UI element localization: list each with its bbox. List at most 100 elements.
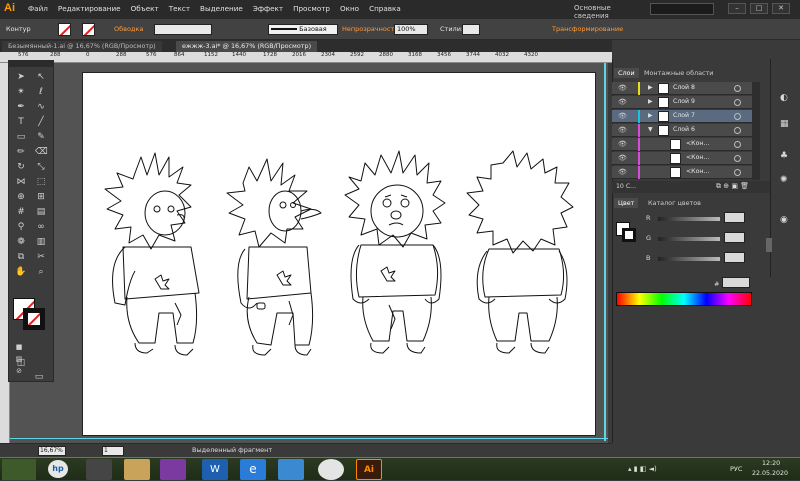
eraser-tool-icon[interactable]: ⌫ <box>35 146 48 158</box>
appearance-icon[interactable]: ◉ <box>780 215 788 225</box>
ie-icon[interactable]: e <box>240 459 266 480</box>
r-value-input[interactable] <box>724 212 745 223</box>
menu-file[interactable]: Файл <box>28 4 48 13</box>
menu-help[interactable]: Справка <box>369 4 401 13</box>
pencil-tool-icon[interactable]: ✏ <box>15 146 27 158</box>
language-indicator[interactable]: РУС <box>730 465 742 473</box>
brushes-icon[interactable]: ✺ <box>780 175 788 185</box>
eye-icon[interactable]: 👁 <box>618 126 627 134</box>
width-tool-icon[interactable]: ⋈ <box>15 176 27 188</box>
direct-selection-tool-icon[interactable]: ↖ <box>35 71 47 83</box>
zoom-tool-icon[interactable]: ⌕ <box>35 266 47 278</box>
eye-icon[interactable]: 👁 <box>618 84 627 92</box>
canvas-scroll-handle[interactable] <box>766 238 772 252</box>
stroke-label[interactable]: Обводка <box>114 25 143 33</box>
target-icon[interactable] <box>734 155 741 162</box>
tab-untitled[interactable]: Безымянный-1.ai @ 16,67% (RGB/Просмотр) <box>2 41 162 52</box>
menu-edit[interactable]: Редактирование <box>58 4 121 13</box>
r-slider[interactable] <box>658 217 720 221</box>
b-value-input[interactable] <box>724 252 745 263</box>
workspace-switcher[interactable]: Основные сведения <box>574 4 646 20</box>
app-icon[interactable] <box>278 459 304 480</box>
tab-layers[interactable]: Слои <box>614 68 639 78</box>
layer-name[interactable]: Слой 9 <box>673 98 695 105</box>
slice-tool-icon[interactable]: ✂ <box>35 251 47 263</box>
layer-name[interactable]: Слой 7 <box>673 112 695 119</box>
lasso-tool-icon[interactable]: ℓ <box>35 86 47 98</box>
target-icon[interactable] <box>734 99 741 106</box>
symbol-sprayer-tool-icon[interactable]: ❁ <box>15 236 27 248</box>
stroke-color-icon[interactable] <box>23 308 45 330</box>
tab-color[interactable]: Цвет <box>614 198 639 208</box>
artboard[interactable] <box>82 72 596 436</box>
rectangle-tool-icon[interactable]: ▭ <box>15 131 27 143</box>
color-guide-icon[interactable]: ▦ <box>780 119 789 129</box>
menu-view[interactable]: Просмотр <box>293 4 330 13</box>
hand-tool-icon[interactable]: ✋ <box>15 266 27 278</box>
expand-icon[interactable]: ▶ <box>648 112 653 119</box>
rotate-tool-icon[interactable]: ↻ <box>15 161 27 173</box>
layer-actions-icons[interactable]: ⧉ ⊕ ▣ 🗑 <box>716 182 749 191</box>
styles-dropdown[interactable] <box>462 24 480 35</box>
hex-value-input[interactable] <box>722 277 750 288</box>
perspective-tool-icon[interactable]: ⊞ <box>35 191 47 203</box>
stroke-style-dropdown[interactable]: Базовая <box>268 24 338 35</box>
layer-name[interactable]: <Кон... <box>686 154 709 161</box>
color-spectrum[interactable] <box>616 292 752 306</box>
shape-builder-tool-icon[interactable]: ⊕ <box>15 191 27 203</box>
gradient-tool-icon[interactable]: ▤ <box>35 206 47 218</box>
minimize-icon[interactable]: – <box>728 3 746 14</box>
fill-swatch[interactable] <box>58 23 71 36</box>
clock-date[interactable]: 22.05.2020 <box>752 470 788 477</box>
color-stroke-icon[interactable] <box>622 228 636 242</box>
target-icon[interactable] <box>734 85 741 92</box>
eye-icon[interactable]: 👁 <box>618 154 627 162</box>
eye-icon[interactable]: 👁 <box>618 98 627 106</box>
illustrator-taskbar-icon[interactable]: Ai <box>356 459 382 480</box>
layer-row[interactable]: 👁 ▼ Слой 6 <box>612 124 752 137</box>
stroke-swatch[interactable] <box>82 23 95 36</box>
tab-artboards[interactable]: Монтажные области <box>640 68 717 78</box>
artboard-number-field[interactable]: 1 <box>102 446 124 456</box>
search-input[interactable] <box>650 3 714 15</box>
color-panel-icon[interactable]: ◐ <box>780 93 788 103</box>
hp-logo-icon[interactable]: hp <box>48 460 68 478</box>
paintbrush-tool-icon[interactable]: ✎ <box>35 131 47 143</box>
blend-tool-icon[interactable]: ∞ <box>35 221 47 233</box>
graph-tool-icon[interactable]: ▥ <box>35 236 47 248</box>
opacity-label[interactable]: Непрозрачность: <box>342 25 400 33</box>
opacity-input[interactable]: 100% <box>394 24 428 35</box>
expand-icon[interactable]: ▶ <box>648 84 653 91</box>
color-mode-icons[interactable]: ■ ▨ ⊘ <box>13 341 25 375</box>
chrome-icon[interactable] <box>318 459 344 480</box>
clock-time[interactable]: 12:20 <box>762 460 780 467</box>
g-value-input[interactable] <box>724 232 745 243</box>
target-icon[interactable] <box>734 113 741 120</box>
start-button[interactable] <box>2 459 36 480</box>
layers-scrollbar[interactable] <box>752 82 760 180</box>
type-tool-icon[interactable]: T <box>15 116 27 128</box>
sublayer-row[interactable]: 👁 <Кон... <box>612 138 752 151</box>
magic-wand-tool-icon[interactable]: ✴ <box>15 86 27 98</box>
layer-name[interactable]: <Кон... <box>686 140 709 147</box>
layer-name[interactable]: Слой 6 <box>673 126 695 133</box>
mesh-tool-icon[interactable]: # <box>15 206 27 218</box>
maximize-icon[interactable]: □ <box>750 3 768 14</box>
zoom-field[interactable]: 16,67% <box>38 446 66 456</box>
word-icon[interactable]: W <box>202 459 228 480</box>
menu-object[interactable]: Объект <box>131 4 159 13</box>
menu-type[interactable]: Текст <box>169 4 190 13</box>
transform-link[interactable]: Трансформирование <box>552 25 623 33</box>
target-icon[interactable] <box>734 141 741 148</box>
pen-tool-icon[interactable]: ✒ <box>15 101 27 113</box>
layer-name[interactable]: Слой 8 <box>673 84 695 91</box>
draw-mode-icon[interactable]: ◫ <box>15 357 27 369</box>
menu-window[interactable]: Окно <box>340 4 359 13</box>
close-icon[interactable]: ✕ <box>772 3 790 14</box>
menu-effect[interactable]: Эффект <box>253 4 283 13</box>
expand-icon[interactable]: ▶ <box>648 98 653 105</box>
screen-mode-icon[interactable]: ▭ <box>31 371 47 383</box>
target-icon[interactable] <box>734 169 741 176</box>
layer-row[interactable]: 👁 ▶ Слой 8 <box>612 82 752 95</box>
sublayer-row[interactable]: 👁 <Кон... <box>612 152 752 165</box>
